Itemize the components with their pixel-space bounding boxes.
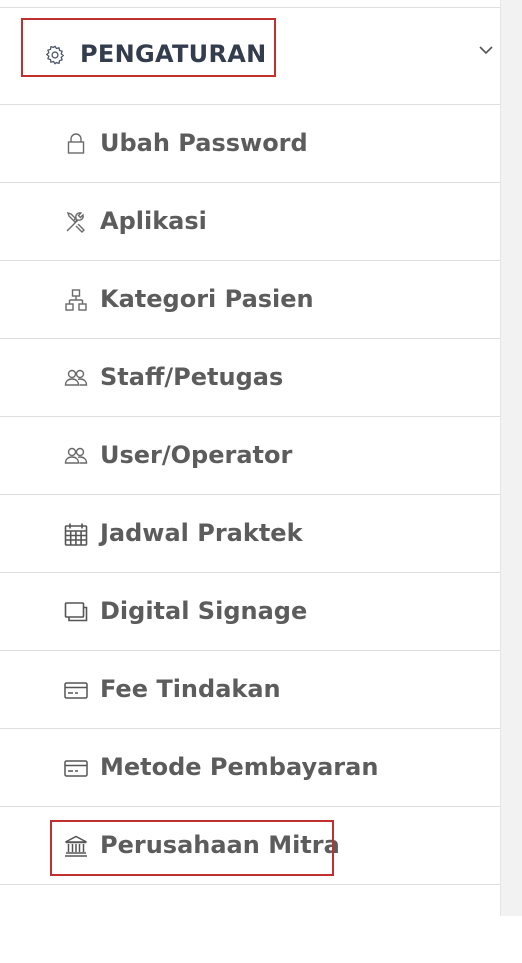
windows-icon [63, 599, 89, 625]
menu-item-ubah-password[interactable]: Ubah Password [0, 105, 500, 183]
item-highlight-box [50, 820, 334, 876]
sidebar-menu: PENGATURAN Ubah Password Aplikasi Katego… [0, 0, 500, 916]
menu-item-fee-tindakan[interactable]: Fee Tindakan [0, 651, 500, 729]
lock-icon [63, 131, 89, 157]
menu-item-staff-petugas[interactable]: Staff/Petugas [0, 339, 500, 417]
menu-item-label: User/Operator [100, 441, 293, 469]
divider [0, 0, 500, 8]
menu-item-label: Fee Tindakan [100, 675, 281, 703]
list-icon [63, 911, 89, 937]
calendar-icon [63, 521, 89, 547]
menu-item-label: Jadwal Praktek [100, 519, 303, 547]
tools-icon [63, 209, 89, 235]
section-highlight-box [21, 18, 276, 77]
credit-card-icon [63, 755, 89, 781]
users-icon [63, 443, 89, 469]
users-icon [63, 365, 89, 391]
menu-item-jadwal-praktek[interactable]: Jadwal Praktek [0, 495, 500, 573]
menu-item-partial[interactable] [0, 885, 500, 963]
menu-item-label: Staff/Petugas [100, 363, 284, 391]
menu-item-label: Digital Signage [100, 597, 308, 625]
menu-item-label: Kategori Pasien [100, 285, 314, 313]
menu-item-label: Ubah Password [100, 129, 308, 157]
credit-card-icon [63, 677, 89, 703]
menu-item-kategori-pasien[interactable]: Kategori Pasien [0, 261, 500, 339]
menu-item-digital-signage[interactable]: Digital Signage [0, 573, 500, 651]
chevron-down-icon[interactable] [477, 41, 495, 59]
menu-item-user-operator[interactable]: User/Operator [0, 417, 500, 495]
menu-item-label: Metode Pembayaran [100, 753, 379, 781]
scrollbar[interactable] [500, 0, 522, 916]
menu-item-label: Aplikasi [100, 207, 207, 235]
menu-item-aplikasi[interactable]: Aplikasi [0, 183, 500, 261]
menu-item-metode-pembayaran[interactable]: Metode Pembayaran [0, 729, 500, 807]
hierarchy-icon [63, 287, 89, 313]
